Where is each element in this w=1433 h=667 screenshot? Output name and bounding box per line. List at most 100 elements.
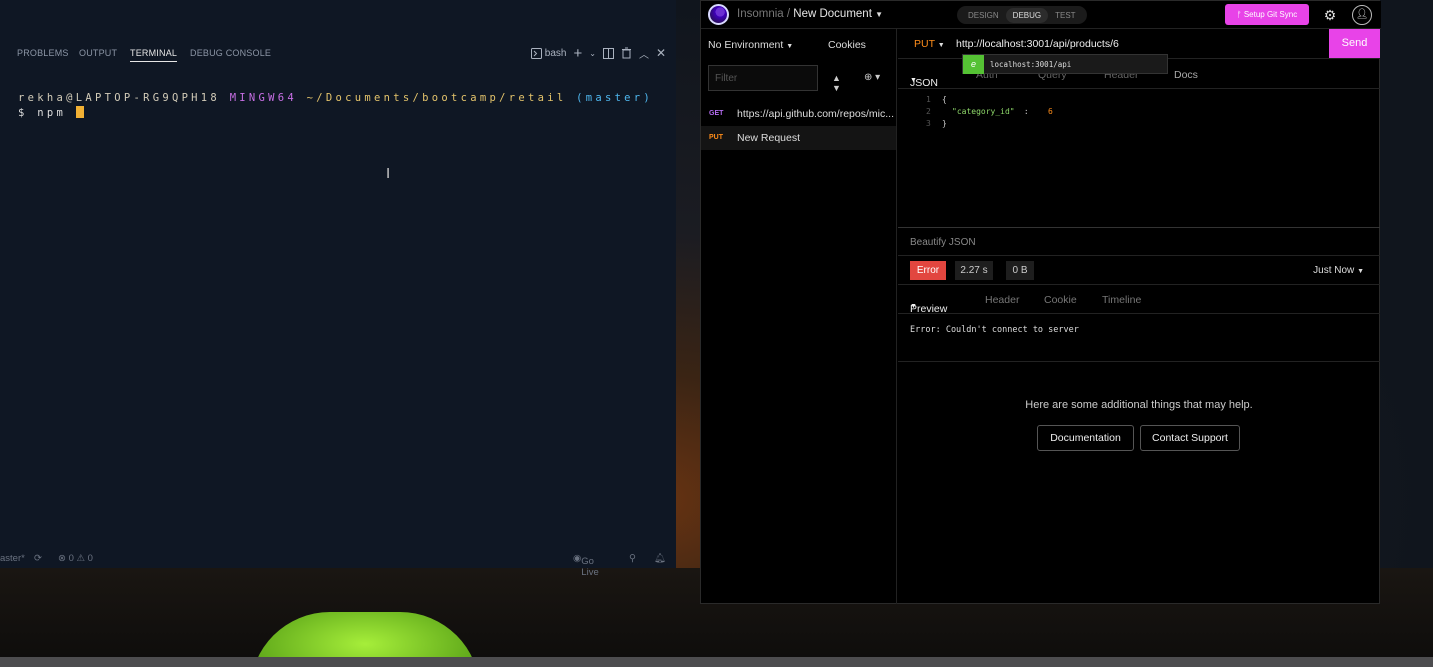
insomnia-window: Insomnia / New Document ▼ DESIGN DEBUG T… [700,0,1381,604]
setup-git-sync-button[interactable]: ᚠ Setup Git Sync [1225,4,1309,25]
history-label: Just Now [1313,265,1355,276]
new-terminal-icon[interactable]: + [573,45,582,62]
tab-cookie[interactable]: Cookie [1044,294,1077,306]
response-body: Error: Couldn't connect to server [898,314,1380,362]
json-value: 6 [1048,107,1053,116]
split-terminal-icon[interactable] [602,47,614,59]
trash-icon[interactable] [621,47,632,59]
env-badge: e [963,55,984,74]
terminal-actions: bash + ⌄ ︿ ✕ [530,45,666,62]
mode-debug[interactable]: DEBUG [1005,7,1049,23]
caret-down-icon: ▼ [937,42,945,49]
response-meta: Error 2.27 s 0 B Just Now ▼ [898,255,1380,283]
terminal-shell-selector[interactable]: bash [530,47,567,59]
insomnia-header: Insomnia / New Document ▼ DESIGN DEBUG T… [701,1,1381,29]
caret-down-icon: ▼ [786,43,794,50]
mode-test[interactable]: TEST [1048,8,1082,23]
tab-terminal[interactable]: TERMINAL [130,48,178,62]
breadcrumb-document: New Document [793,8,872,20]
history-dropdown[interactable]: Just Now ▼ [1313,265,1364,276]
autocomplete-text: localhost:3001/api [990,60,1072,69]
time-badge: 2.27 s [955,261,993,280]
shell-label: bash [544,47,567,59]
environment-label: No Environment [708,39,784,51]
go-live-label: Go Live [581,556,599,578]
error-message: Error: Couldn't connect to server [910,325,1079,335]
command-text: npm [37,107,67,119]
sort-icon[interactable]: ▲ ▼ [832,73,841,93]
breadcrumb-app: Insomnia [737,8,784,20]
request-name: New Request [737,132,801,144]
git-sync-label: Setup Git Sync [1243,10,1298,19]
url-input[interactable]: http://localhost:3001/api/products/6 [956,38,1119,50]
status-bar: aster* ⟳ ⊗ 0 ⚠ 0 ◉ Go Live ⚲ 🔔︎ [0,550,676,578]
size-badge: 0 B [1006,261,1034,280]
line-number: 3 [926,119,931,128]
prompt-system: MINGW64 [229,92,298,104]
prompt-symbol: $ [18,107,28,119]
beautify-json-button[interactable]: Beautify JSON [910,237,976,248]
prompt-path: ~/Documents/bootcamp/retail [306,92,567,104]
taskbar-strip [0,657,1433,667]
add-request-icon[interactable]: ⊕ ▾ [864,72,880,83]
tab-debug-console[interactable]: DEBUG CONSOLE [190,48,271,58]
tab-output[interactable]: OUTPUT [79,48,117,58]
help-text: Here are some additional things that may… [1025,399,1253,411]
maximize-panel-icon[interactable]: ︿ [639,46,649,61]
code-line: } [942,119,947,128]
response-tabs: Preview ▼ Header Cookie Timeline [898,284,1380,315]
contact-support-button[interactable]: Contact Support [1140,425,1240,451]
caret-down-icon: ▼ [1357,268,1364,275]
tab-timeline[interactable]: Timeline [1102,294,1141,306]
method-selector[interactable]: PUT ▼ [914,38,945,50]
caret-down-icon: ▼ [910,77,917,84]
tab-response-header[interactable]: Header [985,294,1019,306]
request-name: https://api.github.com/repos/mic... [737,108,894,120]
code-line: { [942,95,947,104]
feedback-icon[interactable]: ⚲ [629,553,636,564]
tab-docs[interactable]: Docs [1174,69,1198,81]
environment-selector[interactable]: No Environment ▼ [708,39,793,51]
documentation-button[interactable]: Documentation [1037,425,1134,451]
url-autocomplete[interactable]: e localhost:3001/api [962,54,1168,74]
terminal-command-line[interactable]: $ npm [18,106,84,119]
chevron-down-icon[interactable]: ⌄ [589,49,596,58]
method-label: PUT [914,38,935,50]
beautify-bar: Beautify JSON [898,227,1380,255]
sync-icon[interactable]: ⟳ [34,553,42,564]
breadcrumb-separator: / [786,8,791,20]
ibeam-cursor-icon: I [386,165,391,182]
terminal-prompt-line: rekha@LAPTOP-RG9QPH18 MINGW64 ~/Document… [18,92,653,104]
gear-icon[interactable]: ⚙ [1320,5,1340,25]
request-method: PUT [709,134,723,141]
bell-icon[interactable]: 🔔︎ [654,553,666,564]
breadcrumb[interactable]: Insomnia / New Document ▼ [737,8,883,20]
tab-problems[interactable]: PROBLEMS [17,48,69,58]
cookies-button[interactable]: Cookies [828,39,866,51]
json-key: "category_id" [952,107,1015,116]
send-button[interactable]: Send [1329,29,1380,58]
insomnia-logo-icon[interactable] [708,4,729,25]
json-separator: : [1019,107,1034,116]
close-panel-icon[interactable]: ✕ [656,46,666,60]
json-body-editor[interactable]: 1 { 2 "category_id" : 6 3 } [898,89,1380,227]
caret-down-icon: ▼ [910,303,917,310]
line-number: 1 [926,95,931,104]
terminal-icon [530,47,542,59]
prompt-branch: (master) [576,92,654,104]
terminal-cursor [75,106,84,118]
user-account-icon[interactable]: 👤︎ [1352,5,1372,25]
line-number: 2 [926,107,931,116]
request-item-active[interactable]: PUT New Request [701,126,896,150]
mode-toggle: DESIGN DEBUG TEST [957,6,1087,24]
git-icon: ᚠ [1236,10,1244,19]
mode-design[interactable]: DESIGN [961,8,1006,23]
status-branch[interactable]: aster* [0,553,25,564]
request-item[interactable]: GET https://api.github.com/repos/mic... [701,102,896,126]
filter-input[interactable] [708,65,818,91]
caret-down-icon: ▼ [875,10,884,19]
status-problems[interactable]: ⊗ 0 ⚠ 0 [58,553,93,564]
status-badge: Error [910,261,946,280]
go-live-button[interactable]: ◉ Go Live [573,553,599,578]
request-method: GET [709,110,724,117]
